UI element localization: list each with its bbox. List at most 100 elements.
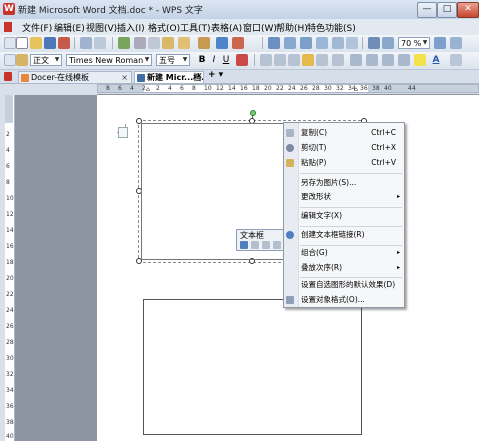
menu-item-order[interactable]: 叠放次序(R) ▸ [284, 261, 404, 275]
menu-insert[interactable]: 插入(I) [117, 21, 145, 34]
undo-icon[interactable] [216, 37, 228, 49]
print-preview-icon[interactable] [94, 37, 106, 49]
menu-edit[interactable]: 编辑(E) [54, 21, 85, 34]
format-painter-icon[interactable] [178, 37, 190, 49]
bold-button[interactable]: B [196, 54, 208, 66]
zoom-combo[interactable]: 70 % ▼ [398, 37, 430, 49]
open-folder-icon[interactable] [30, 37, 42, 49]
menu-features[interactable]: 特色功能(S) [307, 21, 356, 34]
align-right-icon[interactable] [288, 54, 300, 66]
style-combo[interactable]: 正文 ▼ [30, 54, 62, 66]
toolbar-separator [254, 54, 255, 66]
table-icon[interactable] [268, 37, 280, 49]
highlight-icon[interactable] [414, 54, 426, 66]
close-icon[interactable]: × [121, 72, 128, 83]
reading-layout-icon[interactable] [382, 37, 394, 49]
zoom-value: 70 % [401, 39, 422, 48]
menu-item-format-object[interactable]: 设置对象格式(O)... [284, 293, 404, 307]
floating-toolbar-title: 文本框 [240, 231, 264, 240]
insert-picture-icon[interactable] [284, 37, 296, 49]
menu-item-paste[interactable]: 粘贴(P) Ctrl+V [284, 156, 404, 170]
text-color-icon[interactable] [236, 54, 248, 66]
menu-item-create-textbox-link[interactable]: 创建文本框链接(R) [284, 228, 404, 242]
submenu-arrow-icon: ▸ [396, 193, 400, 200]
insert-chart-icon[interactable] [300, 37, 312, 49]
doc-menu-icon[interactable] [4, 22, 12, 32]
tab-current-document[interactable]: 新建 Micr...档.doc * [134, 71, 204, 83]
ruler-tick: 32 [6, 371, 14, 378]
close-button[interactable]: ✕ [457, 2, 479, 18]
next-textbox-icon[interactable] [273, 241, 281, 249]
tab-docer-templates[interactable]: Docer-在线模板 × [18, 71, 132, 83]
save-icon[interactable] [44, 37, 56, 49]
menu-file[interactable]: 文件(F) [22, 21, 52, 34]
new-doc-icon[interactable] [16, 37, 28, 49]
more-options-icon[interactable] [450, 54, 462, 66]
distribute-icon[interactable] [316, 54, 328, 66]
break-link-icon[interactable] [251, 241, 259, 249]
spellcheck-icon[interactable] [118, 37, 130, 49]
redo-icon[interactable] [232, 37, 244, 49]
align-left-icon[interactable] [260, 54, 272, 66]
menu-item-copy[interactable]: 复制(C) Ctrl+C [284, 126, 404, 140]
menu-item-shortcut: Ctrl+V [371, 158, 396, 167]
underline-button[interactable]: U [220, 54, 232, 66]
help-icon[interactable] [434, 37, 446, 49]
menu-format[interactable]: 格式(O) [148, 21, 180, 34]
menu-item-group[interactable]: 组合(G) ▸ [284, 246, 404, 260]
menu-item-set-default-effect[interactable]: 设置自选图形的默认效果(D) [284, 278, 404, 292]
font-size-combo[interactable]: 五号 ▼ [156, 54, 190, 66]
paragraph-anchor-icon[interactable] [118, 127, 128, 138]
decrease-indent-icon[interactable] [382, 54, 394, 66]
previous-textbox-icon[interactable] [262, 241, 270, 249]
right-indent-marker-icon[interactable]: ⌂ [354, 86, 358, 93]
print-icon[interactable] [80, 37, 92, 49]
new-tab-button[interactable]: + ▾ [208, 70, 223, 80]
columns-icon[interactable] [316, 37, 328, 49]
menu-item-edit-text[interactable]: 编辑文字(X) [284, 209, 404, 223]
textbox-2[interactable] [143, 299, 362, 435]
font-size-value: 五号 [159, 56, 175, 65]
menu-item-save-as-picture[interactable]: 另存为图片(S)... [284, 176, 404, 190]
horizontal-ruler[interactable]: 8 6 4 2 2 4 6 8 10 12 14 16 18 20 22 24 … [97, 84, 479, 93]
font-combo[interactable]: Times New Roman ▼ [66, 54, 152, 66]
close-icon[interactable]: × [196, 71, 203, 80]
paste-icon[interactable] [162, 37, 174, 49]
justify-icon[interactable] [302, 54, 314, 66]
menu-tools[interactable]: 工具(T) [180, 21, 211, 34]
menu-window[interactable]: 窗口(W) [243, 21, 277, 34]
copy-icon[interactable] [148, 37, 160, 49]
font-color-button[interactable]: A [430, 54, 442, 66]
numbering-icon[interactable] [350, 54, 362, 66]
brush-icon[interactable] [198, 37, 210, 49]
menu-bar: 文件(F) 编辑(E) 视图(V) 插入(I) 格式(O) 工具(T) 表格(A… [0, 19, 479, 36]
link-icon[interactable] [240, 241, 248, 249]
styles-icon[interactable] [16, 54, 28, 66]
show-marks-icon[interactable] [346, 37, 358, 49]
export-pdf-icon[interactable] [58, 37, 70, 49]
cut-icon[interactable] [134, 37, 146, 49]
minimize-button[interactable]: — [417, 2, 437, 18]
rotation-handle[interactable] [250, 110, 256, 116]
options-icon[interactable] [450, 37, 462, 49]
italic-button[interactable]: I [208, 54, 220, 66]
maximize-button[interactable]: □ [437, 2, 457, 18]
menu-view[interactable]: 视图(V) [86, 21, 117, 34]
menu-item-label: 创建文本框链接(R) [301, 230, 365, 239]
line-spacing-icon[interactable] [332, 54, 344, 66]
draw-icon[interactable] [332, 37, 344, 49]
bullets-icon[interactable] [366, 54, 378, 66]
menu-table[interactable]: 表格(A) [211, 21, 242, 34]
ruler-tick: 10 [6, 195, 14, 202]
ruler-tick: 40 [6, 433, 14, 440]
tab-label: Docer-在线模板 [31, 73, 90, 82]
vertical-ruler[interactable]: 2 4 6 8 10 12 14 16 18 20 22 24 26 28 30… [5, 95, 15, 441]
menu-item-change-shape[interactable]: 更改形状 ▸ [284, 190, 404, 204]
increase-indent-icon[interactable] [398, 54, 410, 66]
indent-marker-icon[interactable]: ⌂ [146, 86, 150, 93]
full-screen-icon[interactable] [368, 37, 380, 49]
align-center-icon[interactable] [274, 54, 286, 66]
menu-item-cut[interactable]: 剪切(T) Ctrl+X [284, 141, 404, 155]
document-tab-bar: Docer-在线模板 × 新建 Micr...档.doc * × + ▾ [0, 70, 479, 84]
menu-help[interactable]: 帮助(H) [276, 21, 308, 34]
